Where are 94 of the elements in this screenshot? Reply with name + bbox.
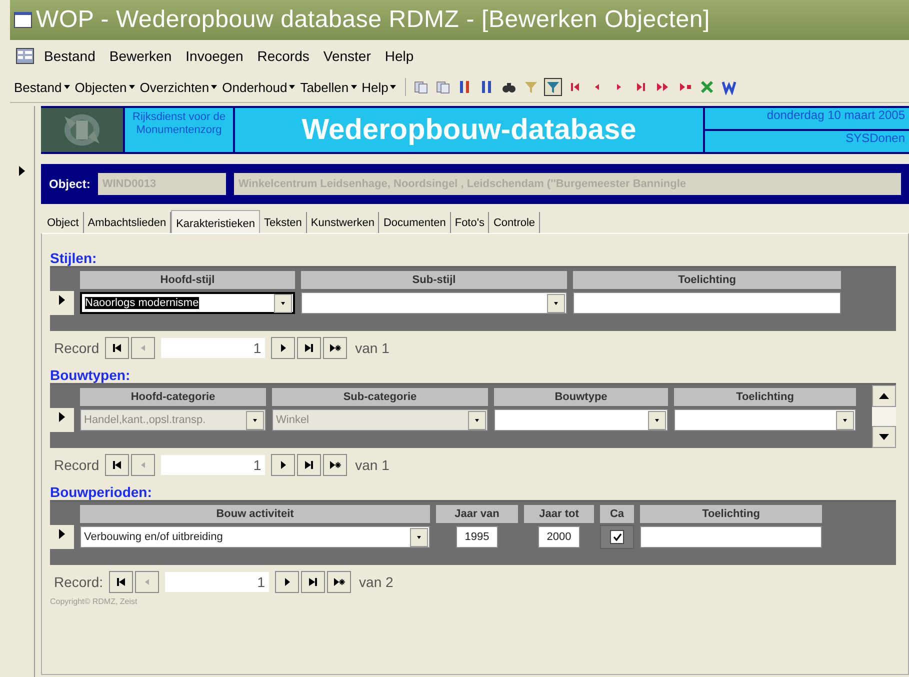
database-title: Wederopbouw-database [235,108,703,152]
menu-item[interactable]: Invoegen [186,48,244,64]
next-record-button[interactable] [271,454,296,476]
user-field: SYSDonen [705,131,909,152]
toolbar-menu[interactable]: Help [362,80,396,94]
record-selector-icon [59,412,65,422]
dropdown-field[interactable]: Verbouwing en/of uitbreiding [80,526,430,548]
column-header[interactable]: Bouw activiteit [80,505,430,523]
record-selector-icon [19,166,25,176]
record-count: van 1 [355,457,390,473]
column-header[interactable]: Toelichting [573,271,841,289]
column-header[interactable]: Jaar tot [524,505,594,523]
toolbar-icon[interactable] [545,79,562,95]
column-header[interactable]: Toelichting [640,505,822,523]
form-icon[interactable] [16,48,34,64]
next-record-button[interactable] [271,337,296,359]
record-selector-icon [59,529,65,539]
toolbar-menu[interactable]: Tabellen [300,80,357,94]
record-count: van 1 [355,340,390,356]
dropdown-field[interactable]: Naoorlogs modernisme [80,292,295,314]
record-number-field[interactable]: 1 [161,338,266,358]
first-record-icon [112,343,122,353]
new-record-icon [333,577,346,587]
section-title: Bouwtypen: [50,367,132,383]
record-label: Record [54,340,100,356]
caret-icon [350,85,357,89]
last-record-button[interactable] [301,571,326,593]
first-record-button[interactable] [109,571,134,593]
column-header[interactable]: Sub-categorie [272,388,488,406]
column-header[interactable]: Bouwtype [494,388,668,406]
caret-icon [289,85,296,89]
new-record-button[interactable] [323,337,348,359]
menu-item[interactable]: Bewerken [109,48,172,64]
new-record-button[interactable] [327,571,352,593]
column-header[interactable]: Hoofd-categorie [80,388,266,406]
caret-icon [128,85,135,89]
next-record-button[interactable] [275,571,300,593]
toolbar-menu[interactable]: Bestand [14,80,70,94]
tab[interactable]: Karakteristieken [171,210,260,233]
new-record-icon [329,460,342,470]
record-label: Record [54,457,100,473]
toolbar-icon[interactable] [721,79,738,95]
section-title: Bouwperioden: [50,484,153,500]
scrollbar[interactable] [872,385,896,448]
new-record-button[interactable] [323,454,348,476]
caret-icon [211,85,218,89]
date-field: donderdag 10 maart 2005 [705,108,909,129]
next-record-icon [282,577,292,587]
last-record-button[interactable] [297,454,322,476]
section-title: Stijlen: [50,250,98,266]
last-record-icon [304,460,314,470]
first-record-icon [116,577,126,587]
text-field[interactable] [573,292,841,314]
new-record-icon [329,343,342,353]
record-selector-icon [59,295,65,305]
column-header[interactable]: Sub-stijl [301,271,567,289]
checkbox[interactable] [610,530,624,544]
year-field[interactable]: 2000 [538,526,580,548]
last-record-icon [308,577,318,587]
organisation-name: Rijksdienst voor de Monumentenzorg [125,108,233,152]
dropdown-field[interactable] [301,292,567,314]
window-title: WOP - Wederopbouw database RDMZ - [Bewerken Objecten] [36,6,710,34]
dropdown-field[interactable] [674,409,856,431]
dropdown-button[interactable] [274,294,292,312]
menu-item[interactable]: Records [257,48,310,64]
column-header[interactable]: Hoofd-stijl [80,271,295,289]
record-label: Record: [54,574,104,590]
column-header[interactable]: Toelichting [674,388,856,406]
menu-item[interactable]: Help [384,48,414,64]
menu-item[interactable]: Bestand [44,48,96,64]
column-header[interactable]: Jaar van [436,505,518,523]
column-header[interactable]: Ca [600,505,634,523]
menu-item[interactable]: Venster [323,48,371,64]
toolbar-menu[interactable]: Onderhoud [222,80,296,94]
first-record-button[interactable] [105,337,130,359]
object-label: Object: [49,177,90,191]
caret-icon [390,85,396,89]
year-field[interactable]: 1995 [456,526,498,548]
last-record-button[interactable] [297,337,322,359]
text-field[interactable] [640,526,822,548]
window-icon [14,12,32,28]
first-record-button[interactable] [105,454,130,476]
record-number-field[interactable]: 1 [161,455,266,475]
copyright-text: Copyright© RDMZ, Zeist [50,597,138,606]
record-count: van 2 [359,574,394,590]
first-record-icon [112,460,122,470]
record-number-field[interactable]: 1 [165,572,270,592]
toolbar-menu[interactable]: Objecten [74,80,135,94]
next-record-icon [278,460,288,470]
toolbar-menu[interactable]: Overzichten [140,80,218,94]
next-record-icon [278,343,288,353]
caret-icon [64,85,70,89]
last-record-icon [304,343,314,353]
dropdown-field[interactable] [494,409,668,431]
